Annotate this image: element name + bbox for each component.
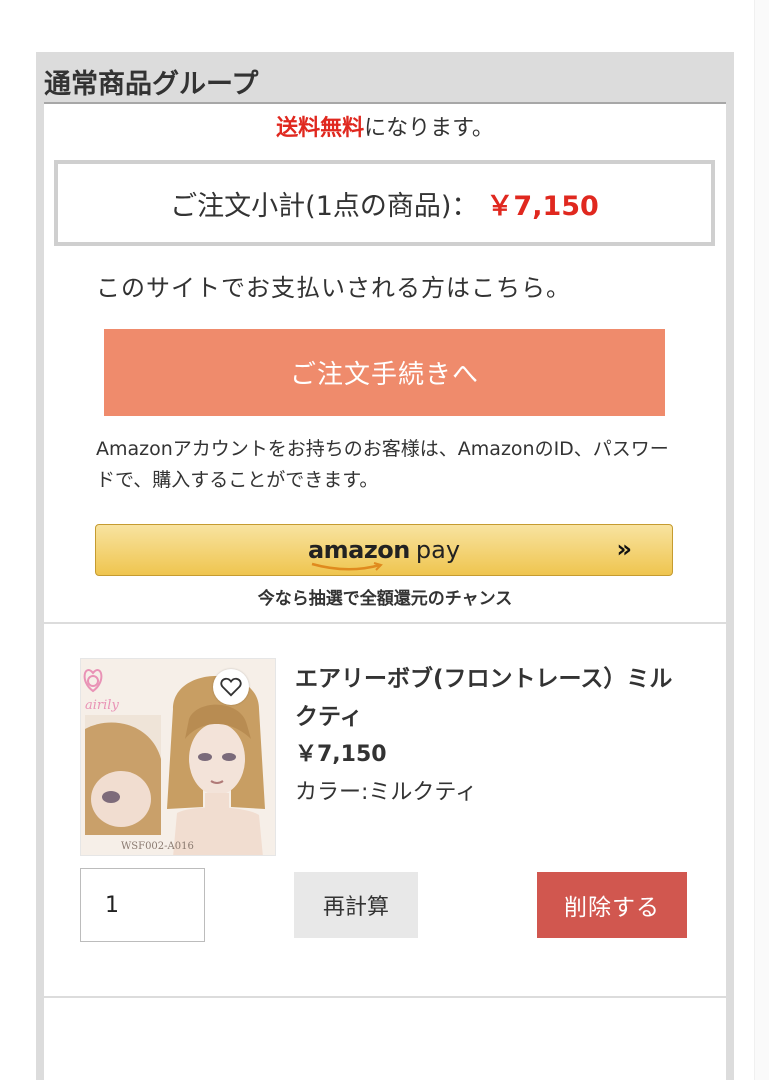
cart-group-section: 通常商品グループ 送料無料になります。 ご注文小計(1点の商品)： ￥7,150… <box>36 52 734 1080</box>
next-item-placeholder <box>44 998 726 1080</box>
recalculate-button[interactable]: 再計算 <box>294 872 418 938</box>
subtotal-amount: ￥7,150 <box>486 190 599 222</box>
amazon-account-note: Amazonアカウントをお持ちのお客様は、AmazonのID、パスワードで、購入… <box>96 438 669 491</box>
amazon-pay-logo: amazon pay <box>307 536 461 571</box>
amazon-pay-text: pay <box>415 536 461 564</box>
image-logo-text: airily <box>85 698 119 713</box>
delete-button[interactable]: 削除する <box>537 872 687 938</box>
product-color: カラー:ミルクティ <box>295 780 478 805</box>
order-summary-panel: 送料無料になります。 ご注文小計(1点の商品)： ￥7,150 このサイトでお支… <box>44 104 726 622</box>
site-payment-note: このサイトでお支払いされる方はこちら。 <box>96 274 571 302</box>
favorite-button[interactable] <box>213 669 249 705</box>
heart-outline-icon <box>220 677 242 697</box>
free-shipping-notice: 送料無料になります。 <box>44 110 726 142</box>
product-image[interactable]: airily WSF002-A016 <box>80 658 276 856</box>
subtotal-label: ご注文小計(1点の商品)： <box>170 190 479 222</box>
scrollbar-track[interactable] <box>754 0 769 1080</box>
cart-item: airily WSF002-A016 エアリーボブ(フロントレース）ミルクティ … <box>44 624 726 996</box>
cart-page: 通常商品グループ 送料無料になります。 ご注文小計(1点の商品)： ￥7,150… <box>0 0 769 1080</box>
image-code-text: WSF002-A016 <box>121 841 194 852</box>
checkout-button[interactable]: ご注文手続きへ <box>104 329 665 416</box>
double-chevron-right-icon: » <box>616 535 632 563</box>
product-price: ￥7,150 <box>295 742 387 767</box>
quantity-input[interactable] <box>80 868 205 942</box>
amazon-campaign-text: 今なら抽選で全額還元のチャンス <box>257 589 513 609</box>
subtotal-box: ご注文小計(1点の商品)： ￥7,150 <box>54 160 715 246</box>
amazon-smile-icon <box>311 562 383 571</box>
group-title: 通常商品グループ <box>44 69 259 100</box>
product-name[interactable]: エアリーボブ(フロントレース）ミルクティ <box>295 660 695 736</box>
amazon-brand-text: amazon <box>307 536 410 564</box>
amazon-pay-button[interactable]: amazon pay » <box>95 524 673 576</box>
free-shipping-highlight: 送料無料 <box>276 116 365 141</box>
free-shipping-suffix: になります。 <box>364 116 494 141</box>
